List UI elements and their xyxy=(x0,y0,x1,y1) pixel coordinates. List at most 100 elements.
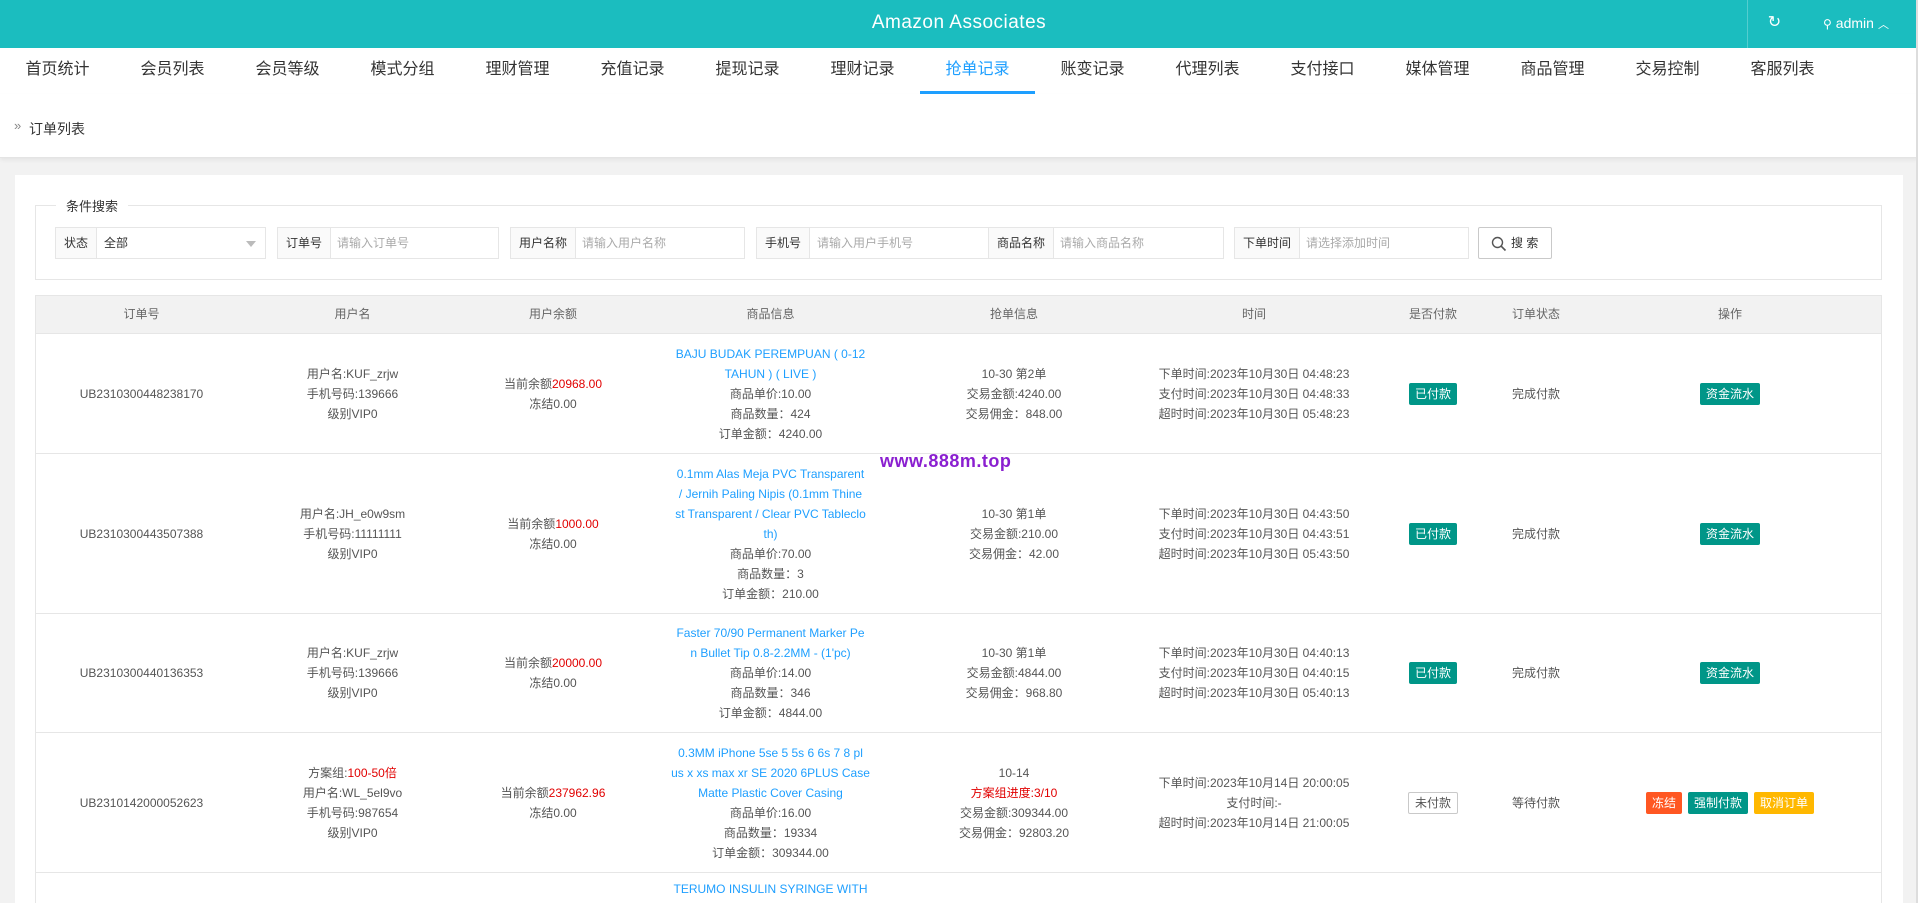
cancel-order-button[interactable]: 取消订单 xyxy=(1754,791,1815,814)
user-menu[interactable]: ⚲ admin ︿ xyxy=(1801,0,1918,48)
nav-item-account-changes[interactable]: 账变记录 xyxy=(1035,48,1150,94)
user-phone-text: 手机号码:987654 xyxy=(306,805,399,820)
order-time-input[interactable]: 请选择添加时间 xyxy=(1298,228,1390,258)
grab-amount: 交易金额:210.00 xyxy=(969,526,1059,541)
goods-price: 商品单价:16.00 xyxy=(729,805,812,820)
goods-title-link[interactable]: TERUMO INSULIN SYRINGE WITH xyxy=(673,879,867,899)
goods-title-link[interactable]: us x xs max xr SE 2020 6PLUS Case xyxy=(671,763,870,783)
fund-flow-button[interactable]: 资金流水 xyxy=(1699,662,1760,684)
user-name-text: 用户名:KUF_zrjw xyxy=(306,646,399,660)
status-select[interactable]: 状态 全部 xyxy=(55,227,266,259)
double-chevron-icon: » xyxy=(14,118,22,133)
table-row: UB2310142000052623 方案组:100-50倍 用户名:WL_5e… xyxy=(36,733,1881,873)
goods-title-link[interactable]: / Jernih Paling Nipis (0.1mm Thine xyxy=(679,484,862,504)
order-no: UB2310142000052623 xyxy=(79,795,204,810)
search-legend: 条件搜索 xyxy=(56,196,129,215)
nav-item-goods[interactable]: 商品管理 xyxy=(1495,48,1610,94)
order-no-field[interactable]: 订单号 请输入订单号 xyxy=(277,227,499,259)
goods-title-link[interactable]: st Transparent / Clear PVC Tableclo xyxy=(675,504,866,524)
grab-amount: 交易金额:309344.00 xyxy=(959,805,1069,820)
order-status: 完成付款 xyxy=(1511,526,1560,541)
balance-value: 237962.96 xyxy=(548,785,606,800)
goods-price: 商品单价:14.00 xyxy=(729,666,812,680)
nav-item-withdraw[interactable]: 提现记录 xyxy=(690,48,805,94)
goods-title-link[interactable]: Faster 70/90 Permanent Marker Pe xyxy=(676,623,864,643)
goods-info: 0.1mm Alas Meja PVC Transparent / Jernih… xyxy=(648,454,893,613)
user-name: admin xyxy=(1835,15,1874,31)
grab-amount: 交易金额:4844.00 xyxy=(966,666,1062,680)
freeze-button[interactable]: 冻结 xyxy=(1645,791,1682,814)
table-row: TERUMO INSULIN SYRINGE WITH xyxy=(36,873,1881,903)
nav-item-dashboard[interactable]: 首页统计 xyxy=(0,48,115,94)
grab-commission: 交易佣金：92803.20 xyxy=(958,825,1070,840)
goods-title-link[interactable]: 0.1mm Alas Meja PVC Transparent xyxy=(677,464,864,484)
order-no-label: 订单号 xyxy=(278,228,332,258)
goods-title-link[interactable]: 0.3MM iPhone 5se 5 5s 6 6s 7 8 pl xyxy=(678,743,863,763)
frozen-text: 冻结0.00 xyxy=(529,805,577,820)
fund-flow-button[interactable]: 资金流水 xyxy=(1699,382,1760,405)
goods-qty: 商品数量：424 xyxy=(730,406,811,421)
grab-info: 10-14 方案组进度:3/10 交易金额:309344.00 交易佣金：928… xyxy=(893,733,1135,872)
actions-cell: 资金流水 xyxy=(1579,454,1881,613)
goods-title-link[interactable]: TAHUN ) ( LIVE ) xyxy=(725,364,817,384)
breadcrumb-label: 订单列表 xyxy=(29,121,85,137)
goods-name-field[interactable]: 商品名称 请输入商品名称 xyxy=(988,227,1224,259)
order-time-label: 下单时间 xyxy=(1235,228,1301,258)
balance-label: 当前余额 xyxy=(503,656,552,670)
balance-info: 当前余额237962.96 冻结0.00 xyxy=(458,733,648,872)
order-time-field[interactable]: 下单时间 请选择添加时间 xyxy=(1234,227,1469,259)
nav-item-members[interactable]: 会员列表 xyxy=(115,48,230,94)
nav-item-member-levels[interactable]: 会员等级 xyxy=(230,48,345,94)
goods-title-link[interactable]: BAJU BUDAK PEREMPUAN ( 0-12 xyxy=(676,344,865,364)
col-time: 时间 xyxy=(1241,307,1266,321)
refresh-button[interactable]: ↻ xyxy=(1747,0,1801,48)
timeout-time: 超时时间:2023年10月30日 05:40:13 xyxy=(1158,686,1350,700)
user-level-text: 级别VIP0 xyxy=(327,406,378,421)
grab-progress: 方案组进度:3/10 xyxy=(970,785,1058,800)
nav-item-mode-groups[interactable]: 模式分组 xyxy=(345,48,460,94)
col-balance: 用户余额 xyxy=(528,307,577,321)
table-row: UB2310300448238170 用户名:KUF_zrjw 手机号码:139… xyxy=(36,334,1881,454)
order-no: UB2310300440136353 xyxy=(79,666,204,680)
goods-name-label: 商品名称 xyxy=(989,228,1055,258)
goods-price: 商品单价:10.00 xyxy=(729,386,812,401)
group-label: 方案组: xyxy=(308,765,348,780)
goods-title-link[interactable]: Matte Plastic Cover Casing xyxy=(698,783,843,803)
nav-item-media[interactable]: 媒体管理 xyxy=(1380,48,1495,94)
time-info: 下单时间:2023年10月14日 20:00:05 支付时间:- 超时时间:20… xyxy=(1135,733,1373,872)
nav-item-trade-control[interactable]: 交易控制 xyxy=(1610,48,1725,94)
nav-item-customer-service[interactable]: 客服列表 xyxy=(1725,48,1840,94)
search-button[interactable]: 搜 索 xyxy=(1478,227,1552,259)
nav-item-grab-orders[interactable]: 抢单记录 xyxy=(920,48,1035,94)
goods-title-link[interactable]: n Bullet Tip 0.8-2.2MM - (1'pc) xyxy=(690,643,850,663)
col-order-no: 订单号 xyxy=(123,307,160,321)
goods-qty: 商品数量：346 xyxy=(730,686,811,700)
goods-info: 0.3MM iPhone 5se 5 5s 6 6s 7 8 pl us x x… xyxy=(648,733,893,872)
order-no-input[interactable]: 请输入订单号 xyxy=(329,228,409,258)
main-nav: 首页统计 会员列表 会员等级 模式分组 理财管理 充值记录 提现记录 理财记录 … xyxy=(0,48,1918,94)
timeout-time: 超时时间:2023年10月30日 05:43:50 xyxy=(1158,546,1350,561)
phone-input[interactable]: 请输入用户手机号 xyxy=(809,228,913,258)
grab-commission: 交易佣金：848.00 xyxy=(965,406,1063,421)
grab-date: 10-30 第1单 xyxy=(981,646,1047,660)
nav-item-payment[interactable]: 支付接口 xyxy=(1265,48,1380,94)
force-pay-button[interactable]: 强制付款 xyxy=(1687,791,1748,814)
nav-item-finance[interactable]: 理财管理 xyxy=(460,48,575,94)
username-field[interactable]: 用户名称 请输入用户名称 xyxy=(510,227,745,259)
paid-cell: 已付款 xyxy=(1373,614,1493,732)
phone-field[interactable]: 手机号 请输入用户手机号 xyxy=(756,227,992,259)
username-input[interactable]: 请输入用户名称 xyxy=(574,228,666,258)
time-info: 下单时间:2023年10月30日 04:43:50 支付时间:2023年10月3… xyxy=(1135,454,1373,613)
goods-name-input[interactable]: 请输入商品名称 xyxy=(1052,228,1144,258)
user-info: 方案组:100-50倍 用户名:WL_5el9vo 手机号码:987654 级别… xyxy=(247,733,458,872)
fund-flow-button[interactable]: 资金流水 xyxy=(1699,522,1760,545)
table-row: UB2310300440136353 用户名:KUF_zrjw 手机号码:139… xyxy=(36,614,1881,733)
nav-item-recharge[interactable]: 充值记录 xyxy=(575,48,690,94)
order-time: 下单时间:2023年10月30日 04:40:13 xyxy=(1158,646,1350,660)
nav-item-finance-records[interactable]: 理财记录 xyxy=(805,48,920,94)
nav-item-agents[interactable]: 代理列表 xyxy=(1150,48,1265,94)
balance-info: 当前余额20000.00 冻结0.00 xyxy=(458,614,648,732)
pay-time: 支付时间:2023年10月30日 04:48:33 xyxy=(1158,386,1350,401)
chevron-up-icon: ︿ xyxy=(1877,19,1889,31)
goods-title-link[interactable]: th) xyxy=(763,524,777,544)
